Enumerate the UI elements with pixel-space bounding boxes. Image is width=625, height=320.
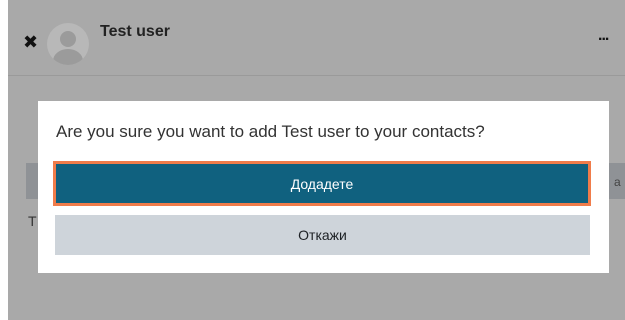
- avatar-body-shape: [53, 49, 83, 65]
- avatar-head-shape: [60, 31, 76, 47]
- conversation-header: ✖ Test user ...: [8, 0, 625, 76]
- cancel-button[interactable]: Откажи: [55, 215, 590, 255]
- background-text-fragment-left: T: [28, 213, 37, 229]
- avatar: [47, 23, 89, 65]
- more-options-icon[interactable]: ...: [598, 27, 609, 45]
- background-text-fragment: a: [614, 175, 621, 189]
- confirm-add-button[interactable]: Додадете: [53, 161, 591, 206]
- confirm-question: Are you sure you want to add Test user t…: [56, 122, 485, 141]
- add-contact-dialog: Are you sure you want to add Test user t…: [38, 101, 609, 273]
- close-icon[interactable]: ✖: [23, 33, 38, 51]
- user-name[interactable]: Test user: [100, 23, 170, 41]
